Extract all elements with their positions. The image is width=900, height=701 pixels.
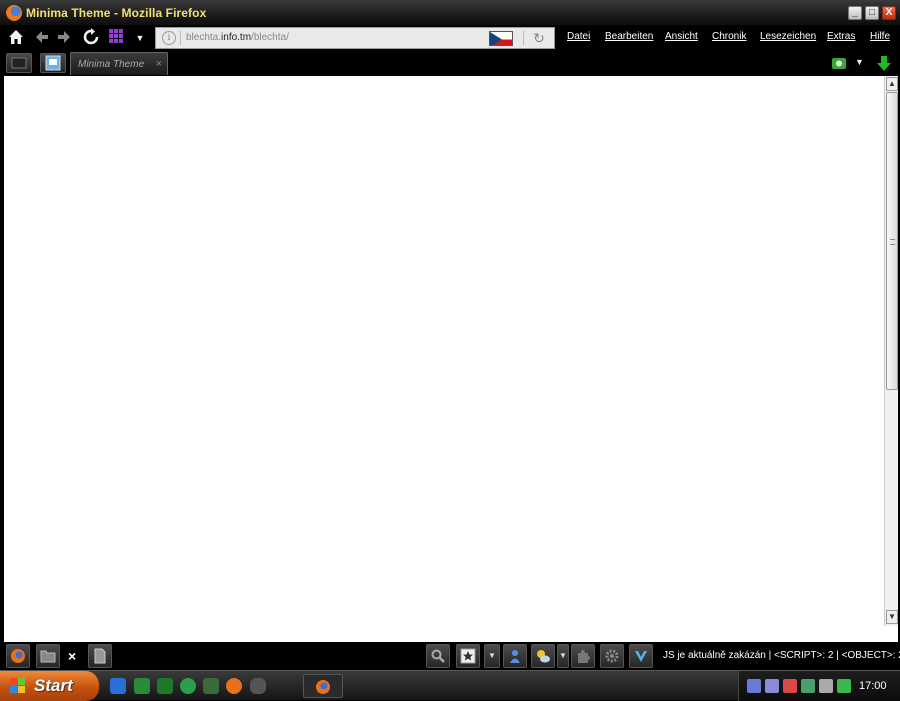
download-icon[interactable] [875, 55, 893, 73]
quicklaunch-app2-icon[interactable] [157, 678, 173, 694]
url-path: /blechta/ [251, 32, 289, 43]
grid-icon[interactable] [106, 28, 126, 48]
tab-label: Minima Theme [78, 59, 145, 70]
tray-icon-4[interactable] [801, 679, 815, 693]
back-icon[interactable] [32, 28, 52, 48]
firefox-menu-button[interactable] [6, 644, 30, 668]
quicklaunch-firefox-icon[interactable] [226, 678, 242, 694]
tray-icon-3[interactable] [783, 679, 797, 693]
windows-logo-icon [10, 678, 26, 694]
tab-minima-theme[interactable]: Minima Theme × [70, 52, 168, 75]
scroll-up-arrow[interactable]: ▲ [886, 77, 898, 91]
scroll-grip [890, 239, 895, 245]
firefox-window: Minima Theme - Mozilla Firefox _ □ X ▼ i… [0, 0, 900, 701]
addon-icon[interactable] [503, 644, 527, 668]
dropdown-icon[interactable]: ▼ [130, 28, 150, 48]
url-separator-2 [523, 31, 524, 45]
tab-close-icon[interactable]: × [156, 58, 162, 70]
minimize-button[interactable]: _ [848, 6, 862, 20]
tray-icon-1[interactable] [747, 679, 761, 693]
bookmark-dropdown-icon[interactable]: ▼ [484, 644, 500, 668]
menu-extras[interactable]: Extras [827, 31, 855, 42]
quicklaunch-app4-icon[interactable] [203, 678, 219, 694]
close-addon-icon[interactable]: × [68, 648, 76, 664]
url-prefix: blechta. [186, 32, 222, 43]
menu-hilfe[interactable]: Hilfe [870, 31, 890, 42]
system-tray: 17:00 [738, 671, 900, 701]
addon-bar: × ▼ ▼ JS je aktuálně zakázán | <SCRIPT>:… [0, 642, 900, 670]
reload-icon[interactable] [81, 28, 101, 48]
scroll-thumb[interactable] [886, 92, 898, 390]
tray-icon-2[interactable] [765, 679, 779, 693]
url-host: info.tm [221, 32, 252, 43]
screenshot-icon[interactable] [831, 55, 847, 71]
screenshot-dropdown-icon[interactable]: ▼ [855, 57, 864, 67]
taskbar-firefox-item[interactable] [303, 674, 343, 698]
quicklaunch-mouse-icon[interactable] [250, 678, 266, 694]
scroll-down-arrow[interactable]: ▼ [886, 610, 898, 624]
title-bar[interactable]: Minima Theme - Mozilla Firefox _ □ X [0, 0, 900, 26]
menu-datei[interactable]: Datei [567, 31, 590, 42]
info-icon[interactable]: i [162, 31, 176, 45]
weather-icon[interactable] [531, 644, 555, 668]
resize-corner[interactable] [884, 626, 898, 642]
menu-chronik[interactable]: Chronik [712, 31, 746, 42]
forward-icon[interactable] [54, 28, 74, 48]
start-label: Start [34, 676, 73, 695]
url-separator [180, 31, 181, 45]
stop-reload-icon[interactable]: ↻ [530, 29, 548, 47]
page-content[interactable] [4, 76, 884, 642]
clock[interactable]: 17:00 [859, 680, 887, 692]
menu-ansicht[interactable]: Ansicht [665, 31, 698, 42]
tray-icon-5[interactable] [819, 679, 833, 693]
quicklaunch-ie-icon[interactable] [110, 678, 126, 694]
czech-flag-icon[interactable] [489, 31, 513, 46]
home-icon[interactable] [6, 28, 26, 48]
quicklaunch-app3-icon[interactable] [180, 678, 196, 694]
tab-bar: Minima Theme × ▼ [0, 50, 900, 76]
tab-group-button[interactable] [6, 53, 32, 73]
folder-button[interactable] [36, 644, 60, 668]
gear-icon[interactable] [600, 644, 624, 668]
window-title: Minima Theme - Mozilla Firefox [26, 6, 207, 20]
start-button[interactable]: Start [0, 671, 100, 701]
url-bar[interactable]: i blechta.info.tm/blechta/ ↻ [155, 27, 555, 49]
search-icon[interactable] [426, 644, 450, 668]
weather-dropdown-icon[interactable]: ▼ [557, 644, 569, 668]
firefox-logo-icon [6, 5, 22, 21]
tray-icon-6[interactable] [837, 679, 851, 693]
vertical-scrollbar[interactable]: ▲ ▼ [884, 76, 898, 626]
noscript-status[interactable]: JS je aktuálně zakázán | <SCRIPT>: 2 | <… [663, 650, 900, 661]
page-button[interactable] [88, 644, 112, 668]
app-tab-icon[interactable] [40, 53, 66, 73]
maximize-button[interactable]: □ [865, 6, 879, 20]
puzzle-icon[interactable] [571, 644, 595, 668]
windows-taskbar: Start 17:00 [0, 670, 900, 701]
menu-lesezeichen[interactable]: Lesezeichen [760, 31, 816, 42]
bookmark-star-icon[interactable] [456, 644, 480, 668]
close-button[interactable]: X [882, 6, 896, 20]
navigation-bar: ▼ i blechta.info.tm/blechta/ ↻ Datei Bea… [0, 26, 900, 50]
vpn-icon[interactable] [629, 644, 653, 668]
url-text[interactable]: blechta.info.tm/blechta/ [186, 32, 289, 43]
menu-bearbeiten[interactable]: Bearbeiten [605, 31, 653, 42]
quicklaunch-app1-icon[interactable] [134, 678, 150, 694]
